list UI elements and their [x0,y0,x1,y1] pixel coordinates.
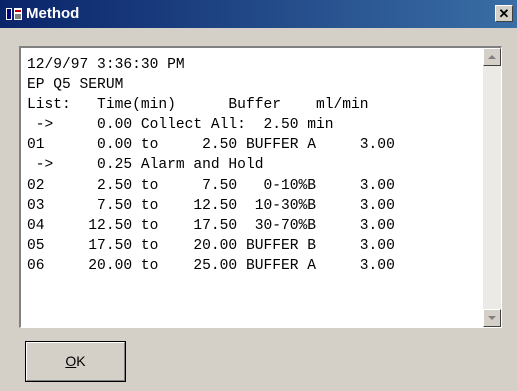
title-bar[interactable]: Method ✕ [0,0,517,28]
ok-button[interactable]: OK [25,341,126,382]
ok-mnemonic: O [65,353,77,369]
close-icon: ✕ [498,6,510,21]
method-line: 05 17.50 to 20.00 BUFFER B 3.00 [27,237,395,254]
method-text-area[interactable]: 12/9/97 3:36:30 PM EP Q5 SERUM List: Time(… [19,46,502,328]
ok-label-rest: K [76,353,86,369]
method-line: 01 0.00 to 2.50 BUFFER A 3.00 [27,137,395,154]
method-line: 02 2.50 to 7.50 0-10%B 3.00 [27,177,395,194]
arrow-up-icon [488,55,496,59]
app-window-icon [6,8,22,20]
method-lines: 12/9/97 3:36:30 PM EP Q5 SERUM List: Time(… [27,55,481,276]
scroll-down-button[interactable] [483,309,501,327]
method-line: 04 12.50 to 17.50 30-70%B 3.00 [27,217,395,234]
method-line: 12/9/97 3:36:30 PM [27,57,185,73]
method-line: -> 0.25 Alarm and Hold [27,157,264,174]
arrow-down-icon [488,316,496,320]
method-dialog: Method ✕ 12/9/97 3:36:30 PM EP Q5 SERUM Li… [0,0,517,391]
vertical-scrollbar[interactable] [483,48,501,327]
method-line: 06 20.00 to 25.00 BUFFER A 3.00 [27,257,395,274]
ok-button-label: OK [26,353,125,369]
window-title: Method [26,5,80,22]
close-button[interactable]: ✕ [495,5,513,22]
scroll-up-button[interactable] [483,48,501,66]
method-line: List: Time(min) Buffer ml/min [27,97,369,114]
method-line: EP Q5 SERUM [27,77,124,94]
method-line: -> 0.00 Collect All: 2.50 min [27,117,334,134]
method-line: 03 7.50 to 12.50 10-30%B 3.00 [27,197,395,214]
